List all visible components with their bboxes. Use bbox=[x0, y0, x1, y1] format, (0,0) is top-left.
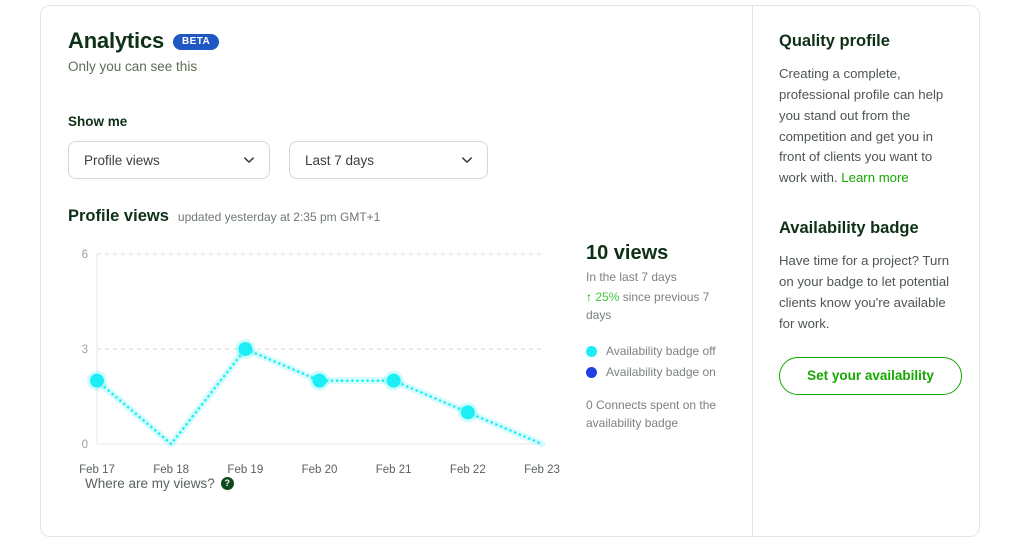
chart-updated-timestamp: updated yesterday at 2:35 pm GMT+1 bbox=[177, 210, 381, 224]
svg-text:Feb 20: Feb 20 bbox=[302, 464, 338, 476]
quality-profile-heading: Quality profile bbox=[779, 32, 890, 50]
analytics-page: Analytics BETA Only you can see this Sho… bbox=[0, 0, 1024, 548]
learn-more-link[interactable]: Learn more bbox=[841, 170, 908, 185]
beta-badge: BETA bbox=[173, 34, 220, 50]
page-title: Analytics bbox=[68, 28, 165, 53]
filter-controls: Profile views Last 7 days bbox=[68, 141, 752, 179]
metric-select-value: Profile views bbox=[84, 152, 160, 168]
availability-badge-heading: Availability badge bbox=[779, 219, 919, 238]
chart-stats-panel: 10 views In the last 7 days ↑ 25% since … bbox=[586, 242, 736, 432]
show-me-label: Show me bbox=[68, 114, 128, 129]
analytics-main-column: Analytics BETA Only you can see this Sho… bbox=[41, 6, 752, 536]
legend-swatch-icon bbox=[586, 345, 597, 357]
where-are-my-views-label: Where are my views? bbox=[85, 476, 215, 491]
metric-select[interactable]: Profile views bbox=[68, 141, 270, 179]
legend-swatch-icon bbox=[586, 366, 597, 378]
analytics-card: Analytics BETA Only you can see this Sho… bbox=[40, 5, 980, 537]
legend-label: Availability badge on bbox=[606, 365, 716, 380]
stats-period-label: In the last 7 days bbox=[586, 270, 677, 284]
chart-title: Profile views bbox=[68, 207, 169, 225]
help-circle-icon[interactable]: ? bbox=[220, 477, 234, 490]
legend-item-badge-off: Availability badge off bbox=[586, 344, 736, 358]
chart-header: Profile views updated yesterday at 2:35 … bbox=[68, 207, 752, 226]
svg-text:6: 6 bbox=[82, 249, 88, 261]
set-your-availability-button[interactable]: Set your availability bbox=[779, 356, 962, 395]
chevron-down-icon bbox=[242, 153, 256, 167]
trend-up-icon: ↑ bbox=[586, 290, 592, 305]
quality-profile-text: Creating a complete, professional profil… bbox=[779, 66, 944, 186]
stats-delta: ↑ 25% since previous 7 days bbox=[586, 289, 736, 324]
svg-text:Feb 21: Feb 21 bbox=[376, 464, 412, 476]
date-range-select[interactable]: Last 7 days bbox=[289, 141, 488, 179]
stats-delta-percent: 25% bbox=[595, 290, 620, 305]
svg-text:Feb 18: Feb 18 bbox=[153, 464, 189, 476]
page-header: Analytics BETA bbox=[68, 28, 752, 54]
connects-spent-note: 0 Connects spent on the availability bad… bbox=[586, 398, 717, 430]
availability-badge-body: Have time for a project? Turn on your ba… bbox=[779, 253, 950, 331]
svg-text:Feb 23: Feb 23 bbox=[524, 464, 560, 476]
svg-text:Feb 17: Feb 17 bbox=[79, 464, 115, 476]
chevron-down-icon bbox=[460, 153, 474, 167]
total-views-value: 10 views bbox=[586, 242, 669, 264]
analytics-sidebar: Quality profile Creating a complete, pro… bbox=[752, 6, 979, 536]
date-range-select-value: Last 7 days bbox=[305, 152, 375, 168]
where-are-my-views-link[interactable]: Where are my views? ? bbox=[85, 476, 234, 491]
svg-text:0: 0 bbox=[82, 439, 88, 451]
svg-text:Feb 22: Feb 22 bbox=[450, 464, 486, 476]
legend-item-badge-on: Availability badge on bbox=[586, 365, 736, 379]
quality-profile-body: Creating a complete, professional profil… bbox=[779, 64, 957, 189]
page-subtitle: Only you can see this bbox=[68, 59, 198, 74]
svg-text:3: 3 bbox=[82, 344, 88, 356]
svg-text:Feb 19: Feb 19 bbox=[227, 464, 263, 476]
profile-views-line-chart: 0 3 6 Feb 17 Feb 18 Feb 19 Feb 20 Feb 21 Feb 22 F… bbox=[68, 240, 568, 490]
legend-label: Availability badge off bbox=[606, 344, 716, 359]
chart-legend: Availability badge off Availability badg… bbox=[586, 344, 736, 379]
chart-body: 0 3 6 Feb 17 Feb 18 Feb 19 Feb 20 Feb 21 Feb 22 F… bbox=[68, 240, 748, 490]
